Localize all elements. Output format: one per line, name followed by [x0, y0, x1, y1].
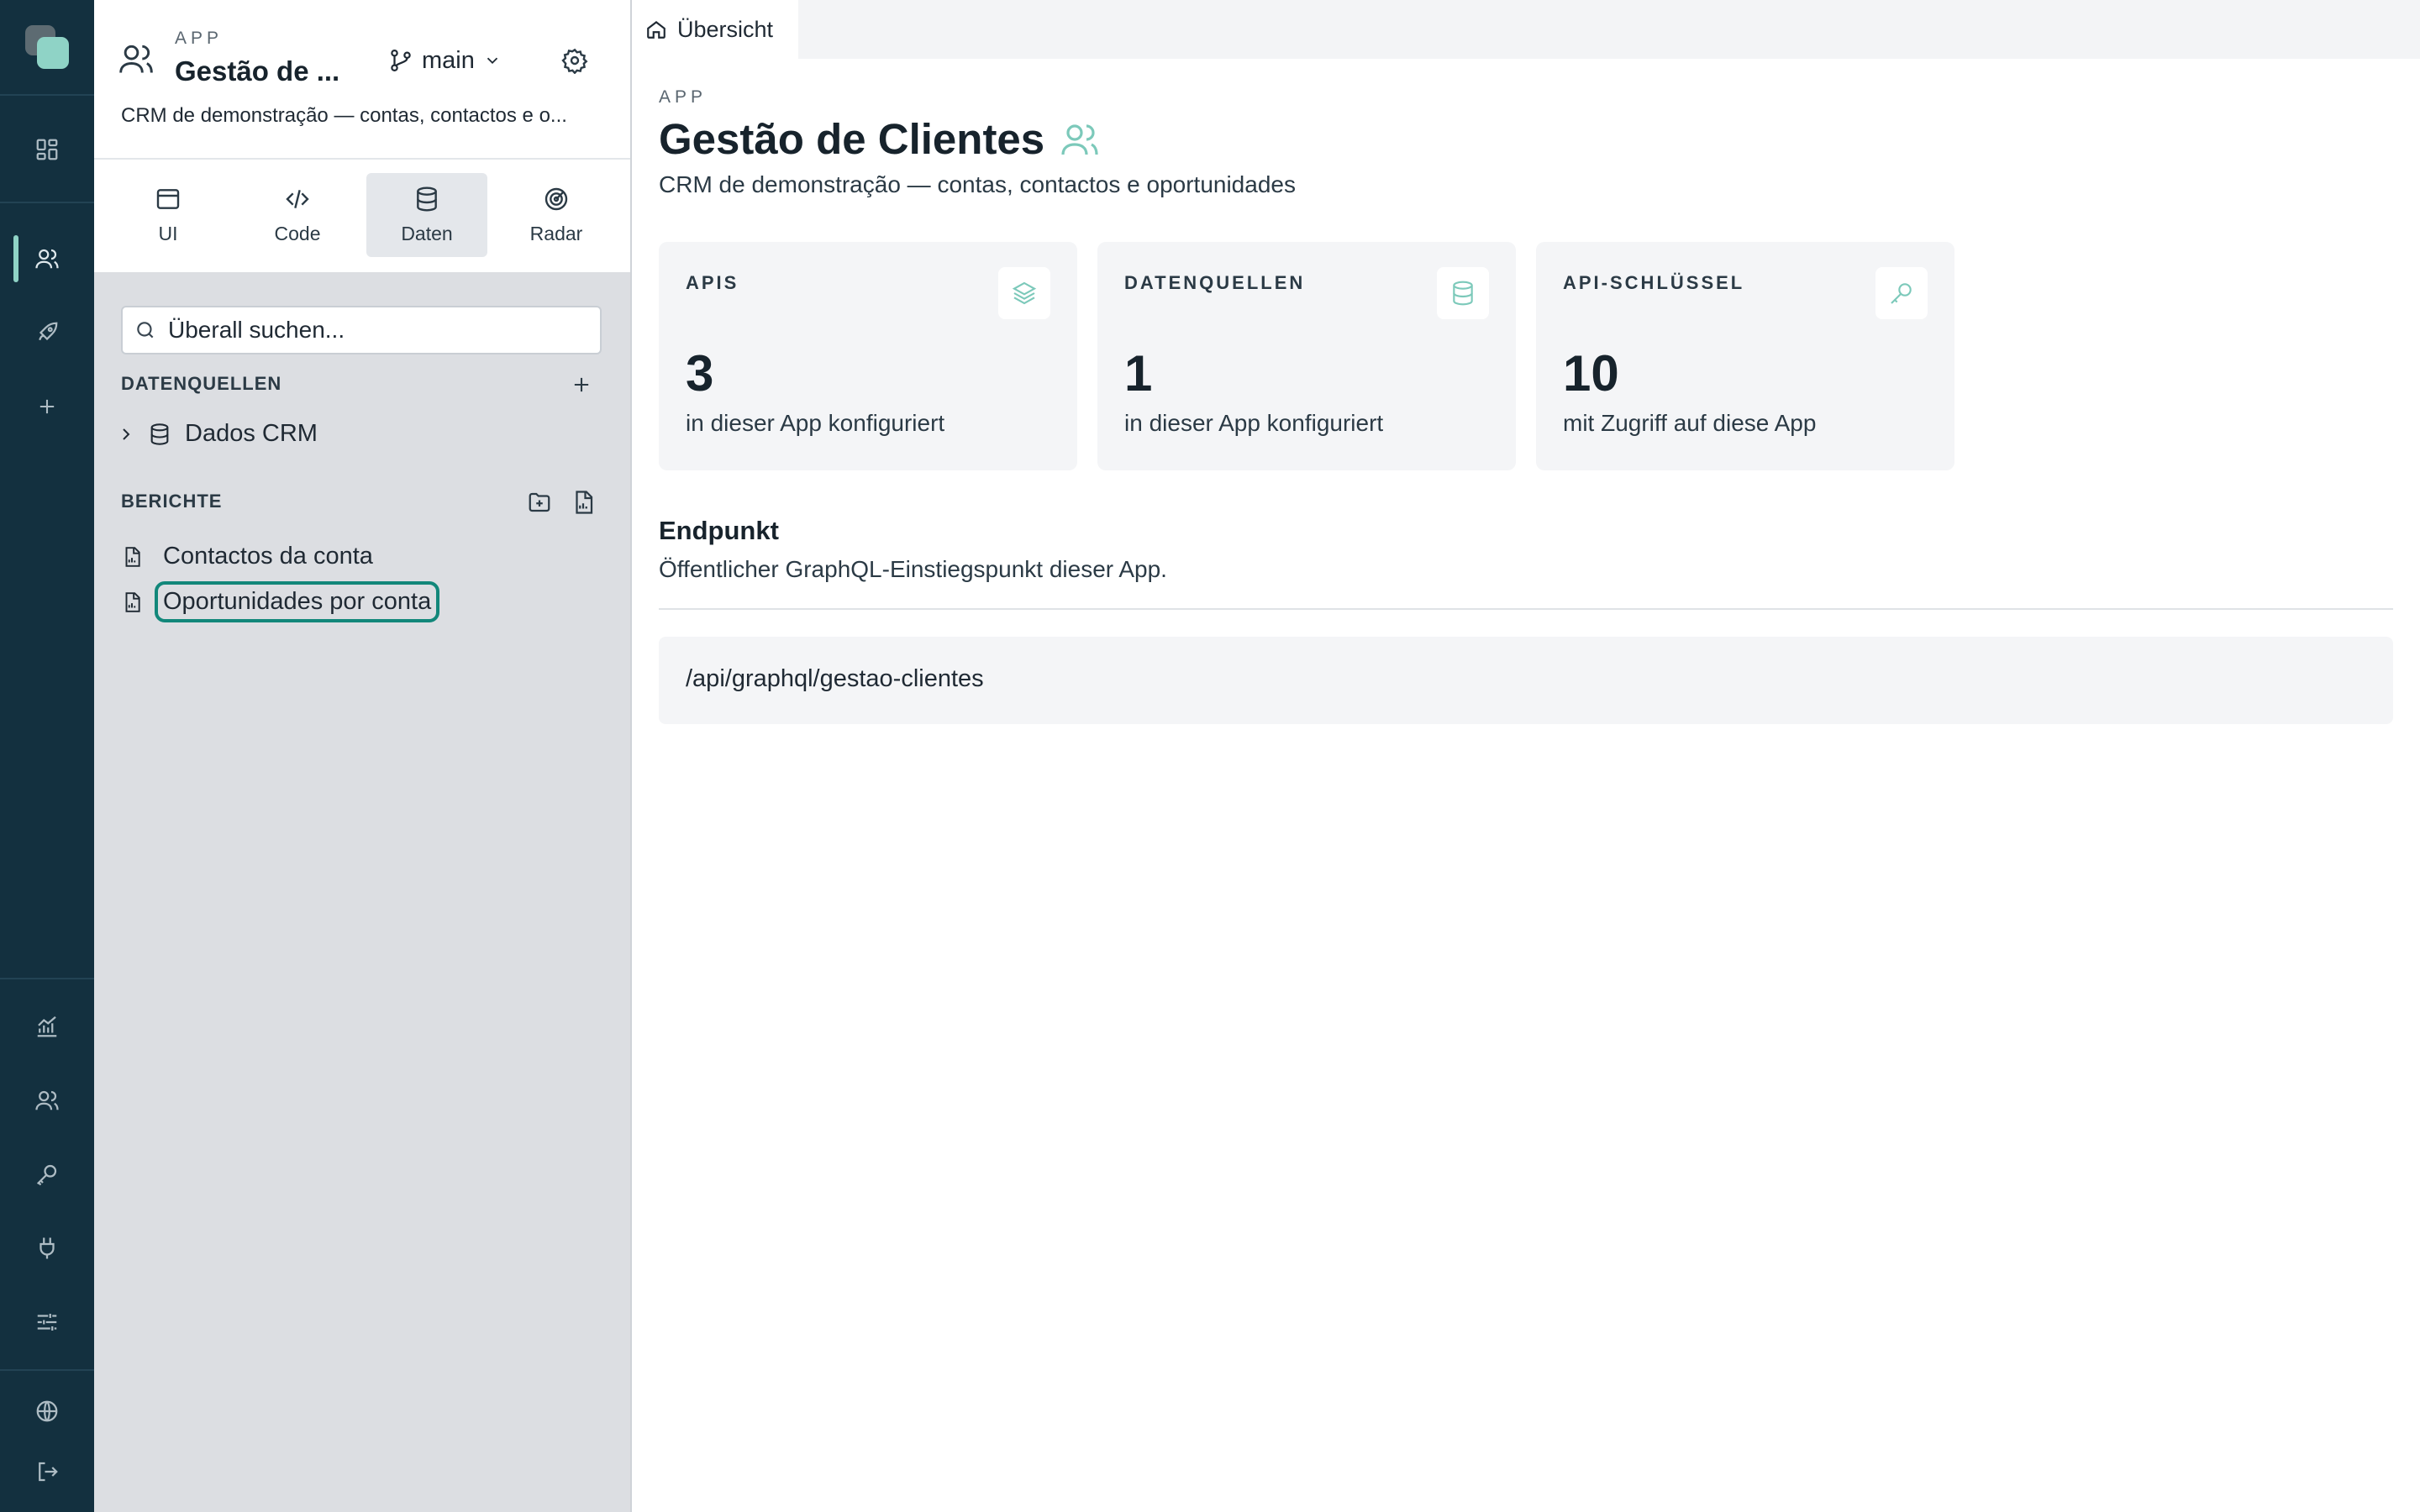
tab-label: Radar — [529, 222, 583, 244]
search-input[interactable] — [166, 316, 590, 344]
users-icon[interactable] — [24, 235, 71, 282]
globe-icon[interactable] — [24, 1388, 71, 1435]
stat-card-title: API-SCHLÜSSEL — [1563, 272, 1745, 293]
stat-card-apis[interactable]: APIS 3 in dieser App konfiguriert — [659, 242, 1077, 470]
app-rail — [0, 0, 94, 1512]
stat-card-value: 1 — [1124, 345, 1153, 402]
app-header: APP Gestão de ... main CRM de demonstraç… — [94, 0, 630, 272]
team-icon[interactable] — [24, 1077, 71, 1124]
endpoint-divider — [659, 608, 2393, 610]
report-item-selected[interactable]: Oportunidades por conta — [121, 581, 440, 622]
rail-divider — [0, 202, 94, 203]
dashboard-icon[interactable] — [24, 126, 71, 173]
tab-radar[interactable]: Radar — [496, 173, 617, 257]
stat-card-title: APIS — [686, 272, 739, 293]
stat-card-caption: in dieser App konfiguriert — [1124, 410, 1384, 436]
app-eyebrow: APP — [175, 29, 224, 48]
report-item[interactable]: Contactos da conta — [121, 536, 381, 577]
rail-divider — [0, 94, 94, 96]
tab-label: Übersicht — [677, 16, 774, 42]
gear-icon[interactable] — [558, 44, 592, 77]
report-file-icon — [121, 591, 143, 613]
tab-code[interactable]: Code — [237, 173, 358, 257]
section-tabs: UI Code Daten Radar — [94, 173, 630, 257]
datasource-item[interactable]: Dados CRM — [116, 420, 318, 448]
global-search[interactable] — [121, 306, 602, 354]
reports-section-title: BERICHTE — [121, 491, 223, 512]
page-title: Gestão de Clientes — [659, 114, 1100, 164]
branch-selector[interactable]: main — [388, 44, 502, 77]
code-icon — [284, 186, 311, 213]
stat-card-value: 10 — [1563, 345, 1619, 402]
plus-icon[interactable] — [24, 383, 71, 430]
tab-label: Daten — [401, 222, 453, 244]
stat-card-datenquellen[interactable]: DATENQUELLEN 1 in dieser App konfigurier… — [1097, 242, 1516, 470]
endpoint-title: Endpunkt — [659, 516, 779, 545]
tab-ubersicht[interactable]: Übersicht — [632, 0, 798, 59]
endpoint-url[interactable]: /api/graphql/gestao-clientes — [686, 665, 984, 693]
report-label: Contactos da conta — [163, 543, 373, 570]
tab-label: UI — [158, 222, 178, 244]
header-divider — [94, 158, 630, 160]
sliders-icon[interactable] — [24, 1299, 71, 1346]
tab-ui[interactable]: UI — [108, 173, 229, 257]
add-datasource-button[interactable] — [566, 370, 597, 400]
datasources-section-title: DATENQUELLEN — [121, 373, 282, 394]
page-subtitle: CRM de demonstração — contas, contactos … — [659, 171, 1296, 197]
app-title: Gestão de ... — [175, 55, 340, 87]
analytics-icon[interactable] — [24, 1003, 71, 1050]
rail-divider — [0, 1369, 94, 1371]
logout-icon[interactable] — [24, 1448, 71, 1495]
stat-card-api-schluessel[interactable]: API-SCHLÜSSEL 10 mit Zugriff auf diese A… — [1536, 242, 1954, 470]
database-icon — [413, 186, 440, 213]
stat-card-caption: mit Zugriff auf diese App — [1563, 410, 1817, 436]
stat-card-caption: in dieser App konfiguriert — [686, 410, 945, 436]
database-icon — [1437, 267, 1489, 319]
page-title-text: Gestão de Clientes — [659, 115, 1045, 163]
users-icon — [118, 40, 155, 77]
brand-logo[interactable] — [25, 25, 69, 69]
stat-card-value: 3 — [686, 345, 714, 402]
tab-label: Code — [274, 222, 321, 244]
page-eyebrow: APP — [659, 87, 708, 107]
stat-card-title: DATENQUELLEN — [1124, 272, 1306, 293]
chevron-right-icon[interactable] — [116, 424, 136, 444]
plug-icon[interactable] — [24, 1225, 71, 1272]
rail-active-indicator — [13, 235, 18, 282]
users-icon — [1060, 119, 1100, 160]
git-branch-icon — [388, 48, 413, 73]
tab-daten[interactable]: Daten — [366, 173, 487, 257]
endpoint-subtitle: Öffentlicher GraphQL-Einstiegspunkt dies… — [659, 556, 1167, 582]
app-side-panel: APP Gestão de ... main CRM de demonstraç… — [94, 0, 632, 1512]
browser-window-icon — [155, 186, 182, 213]
endpoint-box[interactable]: /api/graphql/gestao-clientes — [659, 637, 2393, 724]
layers-icon — [998, 267, 1050, 319]
report-label: Oportunidades por conta — [155, 581, 440, 622]
database-icon — [148, 423, 171, 446]
document-tab-bar — [632, 0, 2420, 59]
branch-name: main — [422, 46, 475, 74]
app-description: CRM de demonstração — contas, contactos … — [121, 104, 567, 127]
search-icon — [134, 319, 156, 341]
new-folder-icon[interactable] — [524, 487, 555, 517]
new-report-icon[interactable] — [568, 487, 598, 517]
key-icon[interactable] — [24, 1151, 71, 1198]
radar-icon — [543, 186, 570, 213]
datasource-label: Dados CRM — [185, 420, 318, 447]
key-icon — [1876, 267, 1928, 319]
report-file-icon — [121, 546, 143, 568]
chevron-down-icon — [483, 51, 502, 70]
rocket-icon[interactable] — [24, 309, 71, 356]
home-icon — [645, 18, 667, 40]
rail-divider — [0, 978, 94, 979]
